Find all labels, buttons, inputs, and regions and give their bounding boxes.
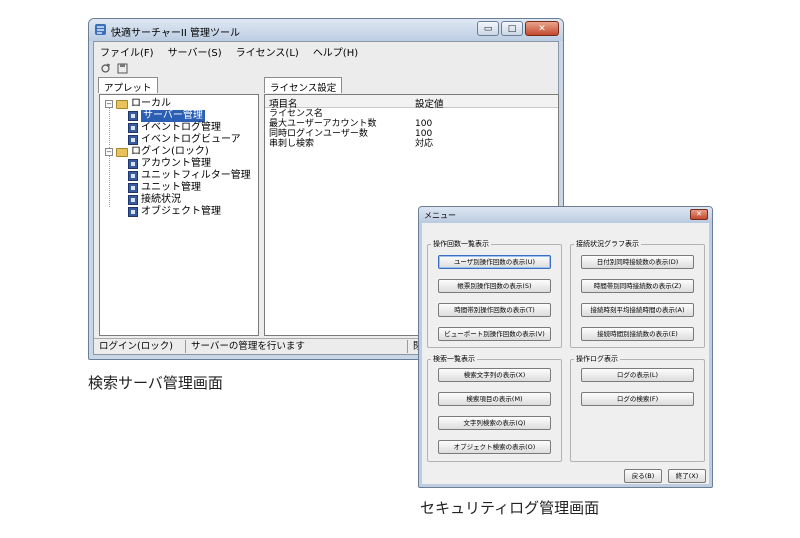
tree-item-connection-status[interactable]: 接続状況	[128, 194, 181, 206]
group-label: 検索一覧表示	[431, 354, 477, 364]
dialog-title-bar[interactable]: メニュー ✕	[419, 207, 712, 223]
menu-bar: ファイル(F) サーバー(S) ライセンス(L) ヘルプ(H)	[94, 42, 558, 60]
tab-license-settings[interactable]: ライセンス設定	[264, 77, 343, 94]
user-operation-count-button[interactable]: ユーザ別操作回数の表示(U)	[438, 255, 551, 269]
status-message: サーバーの管理を行います	[186, 340, 408, 353]
column-header-item-name[interactable]: 項目名	[269, 96, 298, 110]
dialog-screen-caption: セキュリティログ管理画面	[420, 499, 600, 517]
group-operation-count: 操作回数一覧表示 ユーザ別操作回数の表示(U) 帳票別操作回数の表示(S) 時間…	[427, 239, 562, 348]
form-operation-count-button[interactable]: 帳票別操作回数の表示(S)	[438, 279, 551, 293]
row-value: 100	[415, 129, 433, 139]
list-header: 項目名 設定値	[265, 95, 558, 110]
tree-item-label: ユニット管理	[141, 182, 201, 193]
group-label: 接続状況グラフ表示	[574, 239, 641, 249]
applet-icon	[128, 195, 138, 205]
menu-license[interactable]: ライセンス(L)	[236, 44, 299, 59]
maximize-button[interactable]: □	[501, 21, 523, 36]
tree-item-label: イベントログビューア	[141, 134, 241, 145]
applet-icon	[128, 159, 138, 169]
list-row[interactable]: 同時ログインユーザー数 100	[265, 129, 558, 139]
tree-item-label: 接続状況	[141, 194, 181, 205]
string-search-button[interactable]: 文字列検索の表示(Q)	[438, 416, 551, 430]
toolbar	[94, 60, 558, 76]
applet-icon	[128, 111, 138, 121]
tree-item-unit-management[interactable]: ユニット管理	[128, 182, 201, 194]
row-item-name: 串刺し検索	[269, 139, 315, 149]
average-connection-time-button[interactable]: 接続時刻平均接続時間の表示(A)	[581, 303, 694, 317]
viewport-operation-count-button[interactable]: ビューポート別操作回数の表示(V)	[438, 327, 551, 341]
group-label: 操作回数一覧表示	[431, 239, 491, 249]
tree-item-object-management[interactable]: オブジェクト管理	[128, 206, 221, 218]
tree-item-event-log-viewer[interactable]: イベントログビューア	[128, 134, 241, 146]
dialog-title: メニュー	[424, 211, 456, 220]
applet-icon	[128, 207, 138, 217]
tree-node-label: ログイン(ロック)	[131, 146, 209, 157]
tree-item-server-management[interactable]: サーバー管理	[128, 110, 205, 122]
show-log-button[interactable]: ログの表示(L)	[581, 368, 694, 382]
search-string-button[interactable]: 検索文字列の表示(X)	[438, 368, 551, 382]
tree-connector	[109, 107, 110, 145]
group-search-list: 検索一覧表示 検索文字列の表示(X) 検索項目の表示(M) 文字列検索の表示(Q…	[427, 354, 562, 462]
save-icon[interactable]	[117, 63, 128, 74]
menu-dialog: メニュー ✕ 操作回数一覧表示 ユーザ別操作回数の表示(U) 帳票別操作回数の表…	[418, 206, 713, 488]
collapse-icon[interactable]: −	[105, 100, 113, 108]
folder-icon	[116, 147, 128, 157]
collapse-icon[interactable]: −	[105, 148, 113, 156]
tab-applet[interactable]: アプレット	[98, 77, 158, 94]
object-search-button[interactable]: オブジェクト検索の表示(O)	[438, 440, 551, 454]
window-title-bar[interactable]: 快適サーチャーII 管理ツール ▭ □ ✕	[89, 19, 563, 41]
group-label: 操作ログ表示	[574, 354, 620, 364]
dialog-client-area: 操作回数一覧表示 ユーザ別操作回数の表示(U) 帳票別操作回数の表示(S) 時間…	[422, 223, 709, 484]
applet-icon	[128, 135, 138, 145]
search-field-button[interactable]: 検索項目の表示(M)	[438, 392, 551, 406]
row-value: 100	[415, 119, 433, 129]
timeslot-operation-count-button[interactable]: 時間帯別操作回数の表示(T)	[438, 303, 551, 317]
column-header-value[interactable]: 設定値	[415, 96, 444, 110]
tree-node-login[interactable]: − ログイン(ロック)	[105, 146, 209, 158]
menu-server[interactable]: サーバー(S)	[168, 44, 222, 59]
row-item-name: 最大ユーザーアカウント数	[269, 119, 377, 129]
menu-help[interactable]: ヘルプ(H)	[313, 44, 358, 59]
exit-button[interactable]: 終了(X)	[668, 469, 706, 483]
window-title: 快適サーチャーII 管理ツール	[111, 28, 240, 39]
tree-node-label: ローカル	[131, 98, 171, 109]
back-button[interactable]: 戻る(B)	[624, 469, 662, 483]
tree-item-label: ユニットフィルター管理	[141, 170, 251, 181]
menu-file[interactable]: ファイル(F)	[100, 44, 154, 59]
group-connection-graph: 接続状況グラフ表示 日付別同時接続数の表示(D) 時間帯別同時接続数の表示(Z)…	[570, 239, 705, 348]
dialog-close-button[interactable]: ✕	[690, 209, 708, 220]
tree-item-unit-filter-management[interactable]: ユニットフィルター管理	[128, 170, 251, 182]
applet-icon	[128, 171, 138, 181]
tree-node-local[interactable]: − ローカル	[105, 98, 171, 110]
applet-icon	[128, 123, 138, 133]
search-log-button[interactable]: ログの検索(F)	[581, 392, 694, 406]
tree-item-label: オブジェクト管理	[141, 206, 221, 217]
folder-icon	[116, 99, 128, 109]
group-operation-log: 操作ログ表示 ログの表示(L) ログの検索(F)	[570, 354, 705, 462]
refresh-icon[interactable]	[100, 63, 111, 74]
status-login: ログイン(ロック)	[94, 340, 186, 353]
applet-tree: − ローカル サーバー管理 イベントログ管理 イベントログビューア − ログイン…	[99, 94, 259, 336]
tree-item-event-log-management[interactable]: イベントログ管理	[128, 122, 221, 134]
app-icon	[95, 24, 106, 35]
timeslot-connections-button[interactable]: 時間帯別同時接続数の表示(Z)	[581, 279, 694, 293]
close-button[interactable]: ✕	[525, 21, 559, 36]
window-caption-buttons: ▭ □ ✕	[477, 21, 559, 37]
applet-icon	[128, 183, 138, 193]
tree-item-label: サーバー管理	[141, 110, 205, 122]
minimize-button[interactable]: ▭	[477, 21, 499, 36]
row-item-name: ライセンス名	[269, 109, 323, 119]
daily-connections-button[interactable]: 日付別同時接続数の表示(D)	[581, 255, 694, 269]
list-row[interactable]: 串刺し検索 対応	[265, 139, 558, 149]
row-value: 対応	[415, 139, 434, 149]
tree-item-account-management[interactable]: アカウント管理	[128, 158, 211, 170]
main-screen-caption: 検索サーバ管理画面	[88, 374, 223, 392]
row-item-name: 同時ログインユーザー数	[269, 129, 368, 139]
tree-item-label: イベントログ管理	[141, 122, 221, 133]
tree-item-label: アカウント管理	[141, 158, 211, 169]
list-row[interactable]: ライセンス名	[265, 109, 558, 119]
connection-duration-button[interactable]: 接続時間別接続数の表示(E)	[581, 327, 694, 341]
list-row[interactable]: 最大ユーザーアカウント数 100	[265, 119, 558, 129]
